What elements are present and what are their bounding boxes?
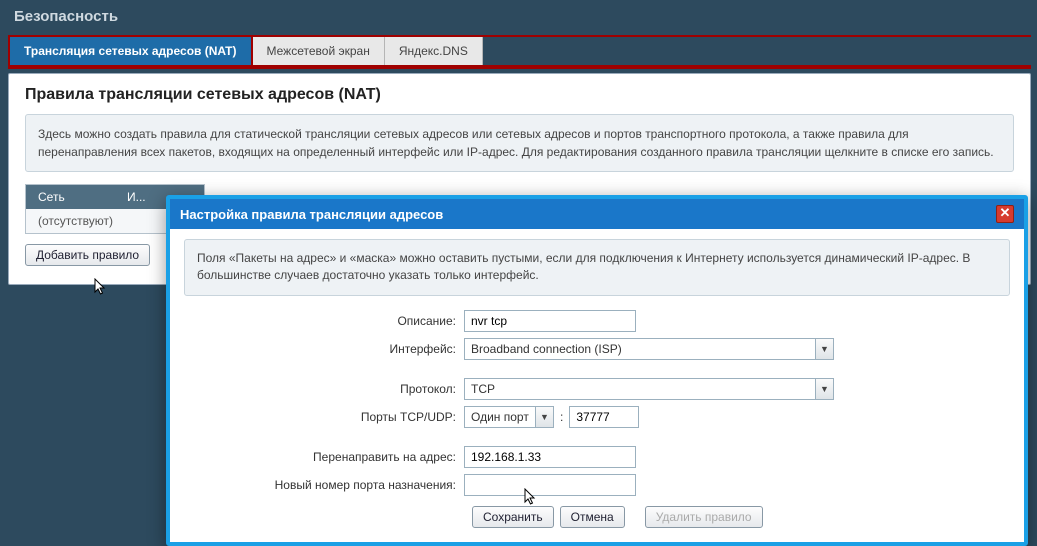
tabs-underline — [8, 67, 1031, 69]
ports-label: Порты TCP/UDP: — [184, 410, 464, 424]
description-label: Описание: — [184, 314, 464, 328]
ports-mode-value: Один порт — [465, 407, 535, 427]
tab-yandex-dns[interactable]: Яндекс.DNS — [385, 37, 483, 65]
section-heading: Правила трансляции сетевых адресов (NAT) — [25, 86, 1014, 104]
chevron-down-icon[interactable]: ▼ — [815, 339, 833, 359]
redirect-label: Перенаправить на адрес: — [184, 450, 464, 464]
add-rule-button[interactable]: Добавить правило — [25, 244, 150, 266]
chevron-down-icon[interactable]: ▼ — [815, 379, 833, 399]
newport-input[interactable] — [464, 474, 636, 496]
save-button[interactable]: Сохранить — [472, 506, 554, 528]
newport-label: Новый номер порта назначения: — [184, 478, 464, 492]
ports-separator: : — [554, 410, 569, 424]
dialog-info: Поля «Пакеты на адрес» и «маска» можно о… — [184, 239, 1010, 296]
protocol-select[interactable]: TCP ▼ — [464, 378, 834, 400]
description-input[interactable] — [464, 310, 636, 332]
interface-label: Интерфейс: — [184, 342, 464, 356]
delete-rule-button[interactable]: Удалить правило — [645, 506, 763, 528]
interface-value: Broadband connection (ISP) — [465, 339, 815, 359]
ports-mode-select[interactable]: Один порт ▼ — [464, 406, 554, 428]
redirect-input[interactable] — [464, 446, 636, 468]
protocol-value: TCP — [465, 379, 815, 399]
dialog-title: Настройка правила трансляции адресов — [180, 207, 443, 222]
ports-value-input[interactable] — [569, 406, 639, 428]
interface-select[interactable]: Broadband connection (ISP) ▼ — [464, 338, 834, 360]
page-title: Безопасность — [0, 0, 1037, 35]
dialog-titlebar[interactable]: Настройка правила трансляции адресов ✕ — [170, 199, 1024, 229]
section-info: Здесь можно создать правила для статичес… — [25, 114, 1014, 172]
tabs-bar: Трансляция сетевых адресов (NAT) Межсете… — [8, 35, 1031, 67]
protocol-label: Протокол: — [184, 382, 464, 396]
chevron-down-icon[interactable]: ▼ — [535, 407, 553, 427]
table-header-net: Сеть — [26, 185, 115, 209]
tab-firewall[interactable]: Межсетевой экран — [253, 37, 385, 65]
nat-rule-dialog: Настройка правила трансляции адресов ✕ П… — [166, 195, 1028, 546]
tab-nat[interactable]: Трансляция сетевых адресов (NAT) — [8, 35, 253, 67]
cancel-button[interactable]: Отмена — [560, 506, 625, 528]
close-icon[interactable]: ✕ — [996, 205, 1014, 223]
